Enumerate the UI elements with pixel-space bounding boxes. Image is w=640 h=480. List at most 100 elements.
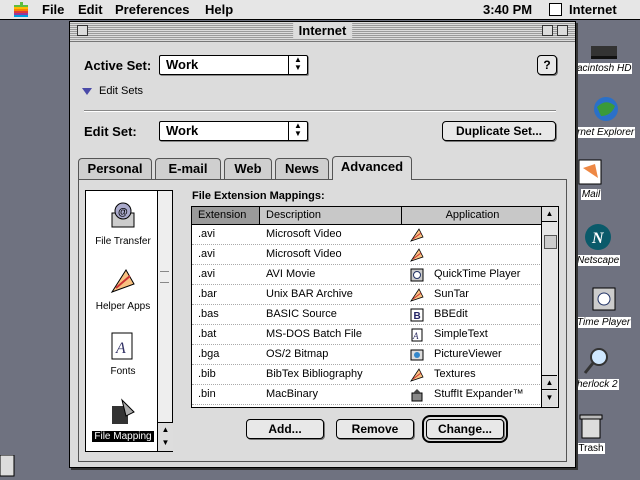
table-scrollbar[interactable]: ▲ ▲ ▼ — [541, 207, 558, 407]
collapsed-window-tab-icon[interactable] — [0, 455, 16, 477]
column-header-extension[interactable]: Extension — [192, 207, 260, 225]
cell-description: OS/2 Bitmap — [266, 348, 329, 360]
cell-extension: .avi — [198, 268, 216, 280]
sherlock-icon — [584, 348, 609, 374]
table-row[interactable]: .bin MacBinary StuffIt Expander™ — [192, 385, 544, 405]
generic-app-icon — [410, 248, 424, 262]
cell-application: PictureViewer — [434, 348, 502, 360]
desktop-label: Trash — [577, 443, 605, 454]
desktop-label: Netscape — [576, 255, 621, 266]
cell-description: BibTex Bibliography — [266, 368, 363, 380]
help-icon: ? — [543, 58, 551, 72]
desktop-label: Mail — [580, 189, 602, 200]
tab-news[interactable]: News — [275, 158, 329, 180]
helper-apps-icon — [110, 269, 135, 293]
scroll-up-arrow-icon[interactable]: ▲ — [542, 375, 557, 390]
scroll-thumb[interactable] — [544, 235, 557, 249]
desktop-icon-netscape[interactable]: N Netscape — [576, 222, 621, 266]
window-title: Internet — [292, 23, 353, 38]
cell-extension: .bar — [198, 288, 217, 300]
remove-button[interactable]: Remove — [336, 419, 414, 439]
table-row[interactable]: .avi Microsoft Video — [192, 245, 544, 265]
add-button[interactable]: Add... — [246, 419, 324, 439]
tab-email[interactable]: E-mail — [155, 158, 221, 180]
scroll-down-arrow-icon[interactable]: ▼ — [542, 391, 557, 406]
fonts-icon: A — [111, 332, 133, 360]
column-header-description[interactable]: Description — [260, 207, 402, 225]
table-row[interactable]: .bga OS/2 Bitmap PictureViewer — [192, 345, 544, 365]
desktop-icon-sherlock[interactable]: herlock 2 — [576, 346, 619, 390]
tab-advanced[interactable]: Advanced — [332, 156, 412, 180]
cell-application: StuffIt Expander™ — [434, 388, 524, 400]
edit-sets-label[interactable]: Edit Sets — [99, 85, 143, 97]
cell-application: SunTar — [434, 288, 469, 300]
sidebar-item-label: File Mapping — [92, 431, 154, 442]
edit-set-popup[interactable]: Work ▲ ▼ — [159, 121, 308, 141]
active-set-popup[interactable]: Work ▲ ▼ — [159, 55, 308, 75]
sidebar-item-fonts[interactable]: A Fonts — [86, 331, 160, 377]
table-row[interactable]: .bib BibTex Bibliography Textures — [192, 365, 544, 385]
desktop-icon-mail[interactable]: Mail — [576, 158, 606, 200]
column-header-application[interactable]: Application — [402, 207, 544, 225]
desktop-icon-quicktime[interactable]: Time Player — [576, 286, 632, 328]
application-menu-name[interactable]: Internet — [569, 2, 617, 17]
cell-extension: .bib — [198, 368, 216, 380]
svg-text:B: B — [414, 311, 421, 322]
collapse-box-icon[interactable] — [557, 25, 568, 36]
menu-clock[interactable]: 3:40 PM — [483, 2, 532, 17]
sidebar-item-label: Helper Apps — [95, 301, 151, 312]
tab-personal[interactable]: Personal — [78, 158, 152, 180]
title-bar[interactable]: Internet — [70, 22, 575, 42]
quicktime-player-icon — [592, 287, 616, 311]
disclosure-triangle-icon[interactable] — [82, 88, 92, 96]
scroll-down-arrow-icon[interactable]: ▼ — [158, 436, 173, 451]
desktop-label: Time Player — [576, 317, 632, 328]
apple-menu-icon[interactable] — [14, 2, 28, 17]
sidebar-item-label: File Transfer — [95, 236, 151, 247]
change-button[interactable]: Change... — [422, 415, 508, 443]
svg-text:@: @ — [118, 207, 128, 218]
close-box-icon[interactable] — [77, 25, 88, 36]
desktop-icon-explorer[interactable]: rnet Explorer — [576, 94, 636, 138]
generic-app-icon — [410, 228, 424, 242]
duplicate-set-button[interactable]: Duplicate Set... — [442, 121, 556, 141]
table-row[interactable]: .bar Unix BAR Archive SunTar — [192, 285, 544, 305]
scroll-up-arrow-icon[interactable]: ▲ — [158, 422, 173, 437]
table-row[interactable]: .avi AVI Movie QuickTime Player — [192, 265, 544, 285]
cell-extension: .bga — [198, 348, 220, 360]
menu-preferences[interactable]: Preferences — [115, 2, 189, 17]
desktop-label: acintosh HD — [576, 63, 633, 74]
cell-application: Textures — [434, 368, 476, 380]
generic-app-icon — [410, 288, 424, 302]
divider — [84, 110, 556, 112]
cell-description: MS-DOS Batch File — [266, 328, 362, 340]
menu-file[interactable]: File — [42, 2, 64, 17]
cell-application: BBEdit — [434, 308, 468, 320]
cell-extension: .bin — [198, 388, 216, 400]
cell-extension: .avi — [198, 228, 216, 240]
sidebar-item-file-mapping[interactable]: File Mapping — [86, 396, 160, 442]
desktop-icon-hard-drive[interactable]: acintosh HD — [576, 42, 633, 74]
table-row[interactable]: .bat MS-DOS Batch File A SimpleText — [192, 325, 544, 345]
mail-icon — [578, 159, 602, 185]
sidebar-item-file-transfer[interactable]: @ File Transfer — [86, 201, 160, 247]
help-button[interactable]: ? — [537, 55, 557, 75]
menu-bar: File Edit Preferences Help 3:40 PM Inter… — [0, 0, 640, 20]
advanced-category-list: @ File Transfer Helper Apps A Fonts File… — [85, 190, 173, 452]
scroll-up-arrow-icon[interactable]: ▲ — [542, 207, 557, 222]
desktop-icon-trash[interactable]: Trash — [576, 412, 606, 454]
stuffit-icon — [411, 389, 423, 402]
tab-web[interactable]: Web — [224, 158, 272, 180]
cell-extension: .bat — [198, 328, 217, 340]
menu-help[interactable]: Help — [205, 2, 233, 17]
sidebar-scrollbar[interactable]: ▲ ▼ — [157, 191, 173, 451]
scroll-thumb-grip[interactable] — [160, 271, 169, 283]
sidebar-item-helper-apps[interactable]: Helper Apps — [86, 266, 160, 312]
hard-drive-icon — [591, 46, 618, 59]
application-menu-icon[interactable] — [549, 3, 562, 16]
table-row[interactable]: .avi Microsoft Video — [192, 225, 544, 245]
table-row[interactable]: .bas BASIC Source B BBEdit — [192, 305, 544, 325]
menu-edit[interactable]: Edit — [78, 2, 103, 17]
desktop-label: rnet Explorer — [576, 127, 636, 138]
zoom-box-icon[interactable] — [542, 25, 553, 36]
